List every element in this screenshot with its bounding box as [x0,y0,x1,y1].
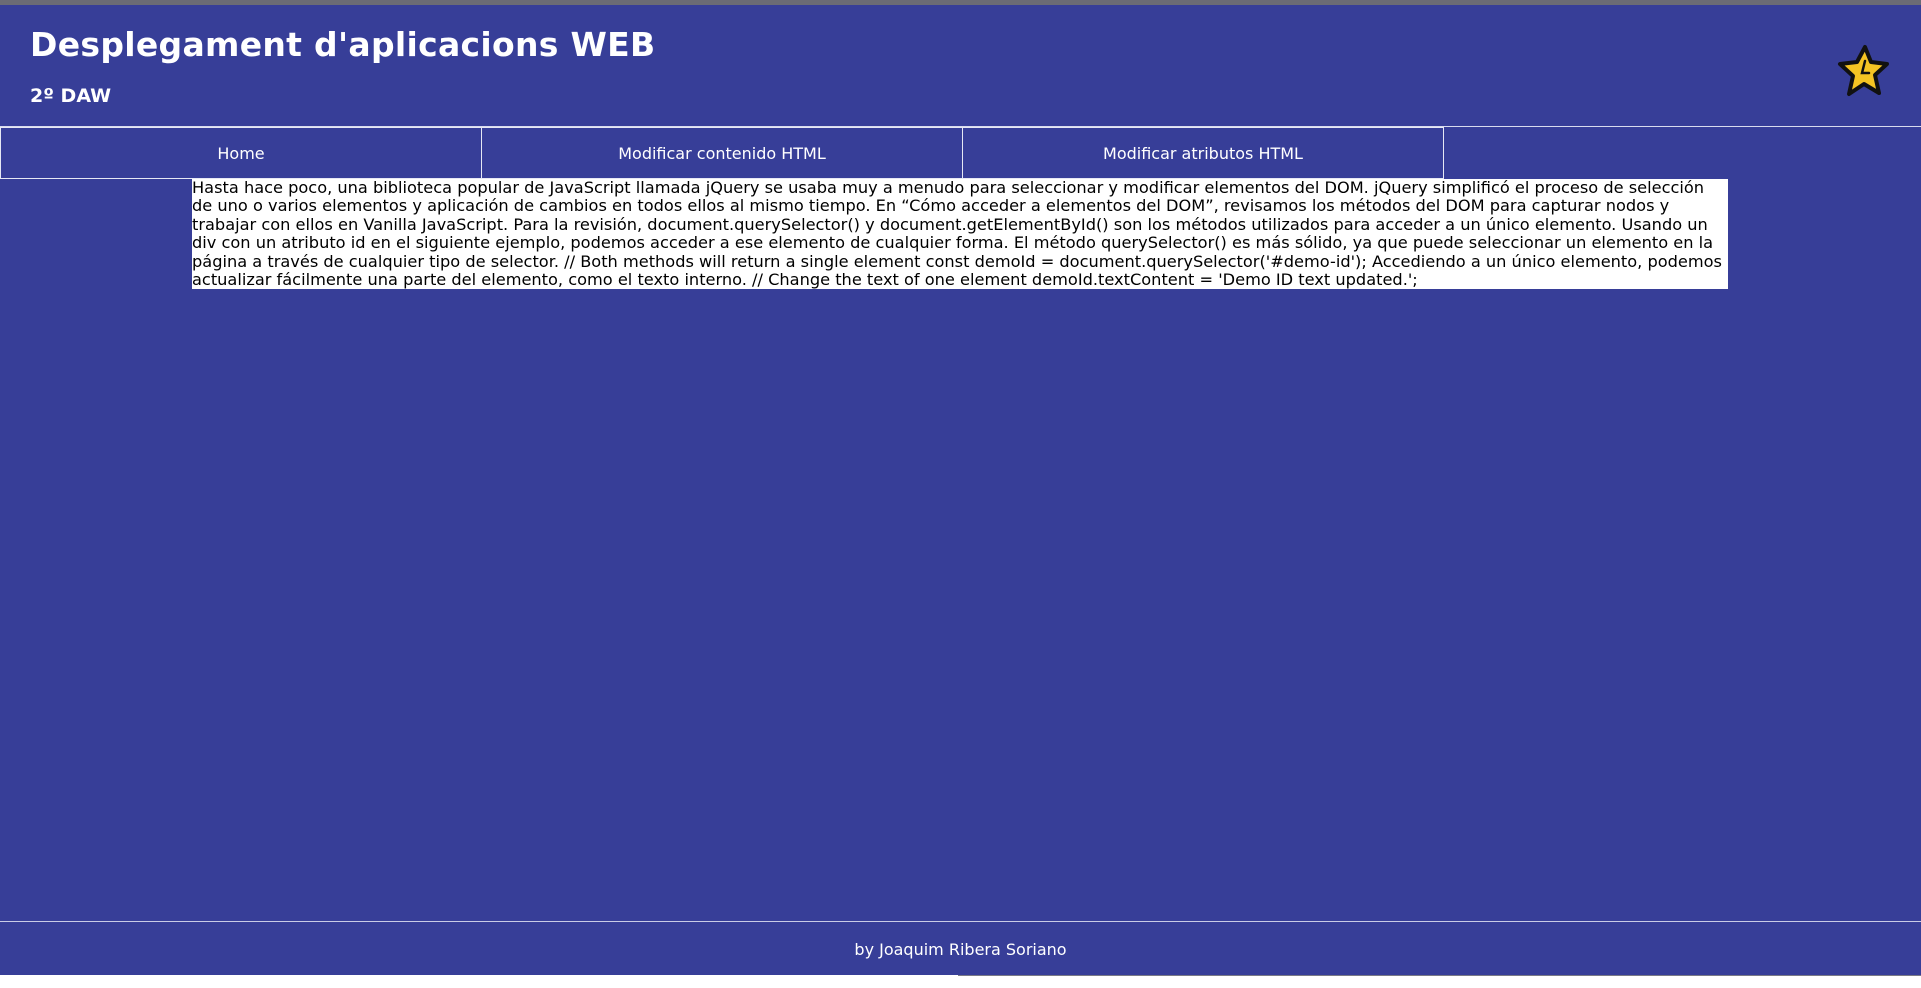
page-subtitle: 2º DAW [30,85,112,107]
site-header: Desplegament d'aplicacions WEB 2º DAW [0,5,1921,127]
nav-item-label: Modificar atributos HTML [1103,143,1303,163]
main-nav: Home Modificar contenido HTML Modificar … [0,127,1444,179]
nav-item-modificar-contenido[interactable]: Modificar contenido HTML [481,127,963,179]
star-logo-icon [1838,45,1889,96]
nav-item-label: Home [217,143,265,163]
site-footer: by Joaquim Ribera Soriano [0,921,1921,976]
nav-item-modificar-atributos[interactable]: Modificar atributos HTML [962,127,1444,179]
footer-credit: by Joaquim Ribera Soriano [854,939,1067,959]
page-title: Desplegament d'aplicacions WEB [30,25,656,64]
nav-item-home[interactable]: Home [0,127,482,179]
nav-item-label: Modificar contenido HTML [618,143,826,163]
page: Desplegament d'aplicacions WEB 2º DAW Ho… [0,5,1921,975]
content-paragraph: Hasta hace poco, una biblioteca popular … [192,179,1722,289]
main-content: Hasta hace poco, una biblioteca popular … [192,179,1728,289]
bottom-divider [958,975,1921,976]
bottom-strip [0,975,1921,988]
